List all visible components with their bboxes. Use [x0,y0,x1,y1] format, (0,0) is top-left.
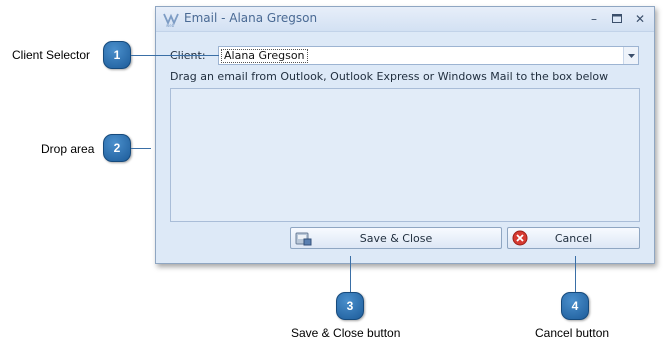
callout-badge-4: 4 [561,292,589,320]
close-icon: ✕ [634,12,646,26]
cancel-label: Cancel [554,232,593,245]
close-button[interactable]: ✕ [632,11,648,27]
callout-label-drop-area: Drop area [41,142,95,156]
callout-label-cancel: Cancel button [535,326,610,340]
client-selector[interactable]: Alana Gregson [218,46,639,65]
maximize-icon [612,14,622,23]
cancel-button[interactable]: Cancel [507,227,640,249]
drop-area[interactable] [170,88,640,222]
minimize-button[interactable]: – [586,11,602,27]
chevron-down-icon [627,54,635,58]
app-logo-icon: web [163,13,179,28]
callout-line-1 [131,55,219,56]
callout-line-4 [575,256,576,292]
email-dialog: web Email - Alana Gregson – ✕ Client: Al… [155,6,655,264]
callout-label-save-close: Save & Close button [291,326,401,340]
save-close-label: Save & Close [359,232,433,245]
window-title: Email - Alana Gregson [184,11,318,25]
dropdown-button[interactable] [623,47,638,64]
callout-badge-1: 1 [103,41,131,69]
callout-badge-3: 3 [336,292,364,320]
callout-line-2 [131,148,151,149]
callout-label-client-selector: Client Selector [12,48,91,62]
maximize-button[interactable] [609,11,625,27]
callout-line-3 [350,256,351,292]
client-value: Alana Gregson [221,49,308,63]
minimize-icon: – [591,12,597,26]
title-bar[interactable]: web Email - Alana Gregson – ✕ [156,7,654,32]
svg-text:web: web [166,23,175,28]
instruction-text: Drag an email from Outlook, Outlook Expr… [170,70,609,83]
callout-badge-2: 2 [103,134,131,162]
save-close-button[interactable]: Save & Close [290,227,502,249]
